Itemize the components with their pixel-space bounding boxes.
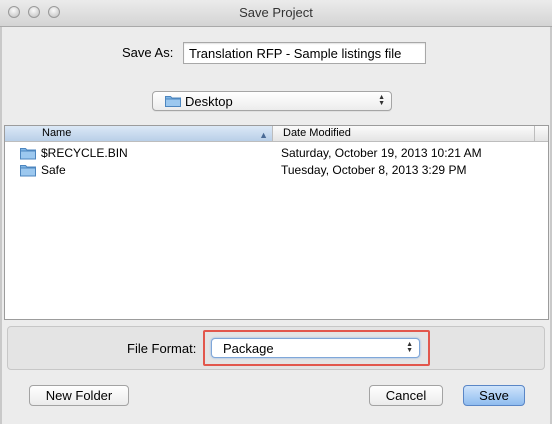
window-title: Save Project (239, 5, 313, 20)
file-format-label: File Format: (127, 341, 197, 356)
column-header-name-label: Name (42, 127, 72, 139)
popup-arrows-icon: ▲ ▼ (378, 94, 385, 107)
window-edge-left (0, 27, 2, 424)
browser-header: Name ▲ Date Modified (5, 126, 548, 142)
column-header-date-label: Date Modified (283, 127, 351, 139)
sort-ascending-icon: ▲ (259, 130, 268, 140)
folder-icon (20, 164, 36, 182)
save-as-label: Save As: (122, 45, 174, 60)
file-format-popup[interactable]: Package ▲ ▼ (211, 338, 420, 358)
column-header-name[interactable]: Name ▲ (5, 126, 273, 141)
file-name: $RECYCLE.BIN (41, 146, 128, 160)
popup-arrows-icon: ▲ ▼ (406, 341, 413, 354)
column-header-date[interactable]: Date Modified (273, 126, 535, 141)
save-button[interactable]: Save (463, 385, 525, 406)
save-as-input[interactable]: Translation RFP - Sample listings file (183, 42, 426, 64)
file-row[interactable]: Safe Tuesday, October 8, 2013 3:29 PM (5, 162, 548, 179)
file-date: Saturday, October 19, 2013 10:21 AM (281, 146, 482, 160)
file-format-value: Package (223, 341, 274, 356)
file-name: Safe (41, 163, 66, 177)
location-value: Desktop (185, 94, 233, 109)
cancel-button[interactable]: Cancel (369, 385, 443, 406)
file-date: Tuesday, October 8, 2013 3:29 PM (281, 163, 467, 177)
new-folder-button[interactable]: New Folder (29, 385, 129, 406)
folder-icon (165, 95, 181, 110)
file-browser[interactable]: Name ▲ Date Modified $RECYCLE.BIN Saturd… (4, 125, 549, 320)
location-popup[interactable]: Desktop ▲ ▼ (152, 91, 392, 111)
file-row[interactable]: $RECYCLE.BIN Saturday, October 19, 2013 … (5, 145, 548, 162)
